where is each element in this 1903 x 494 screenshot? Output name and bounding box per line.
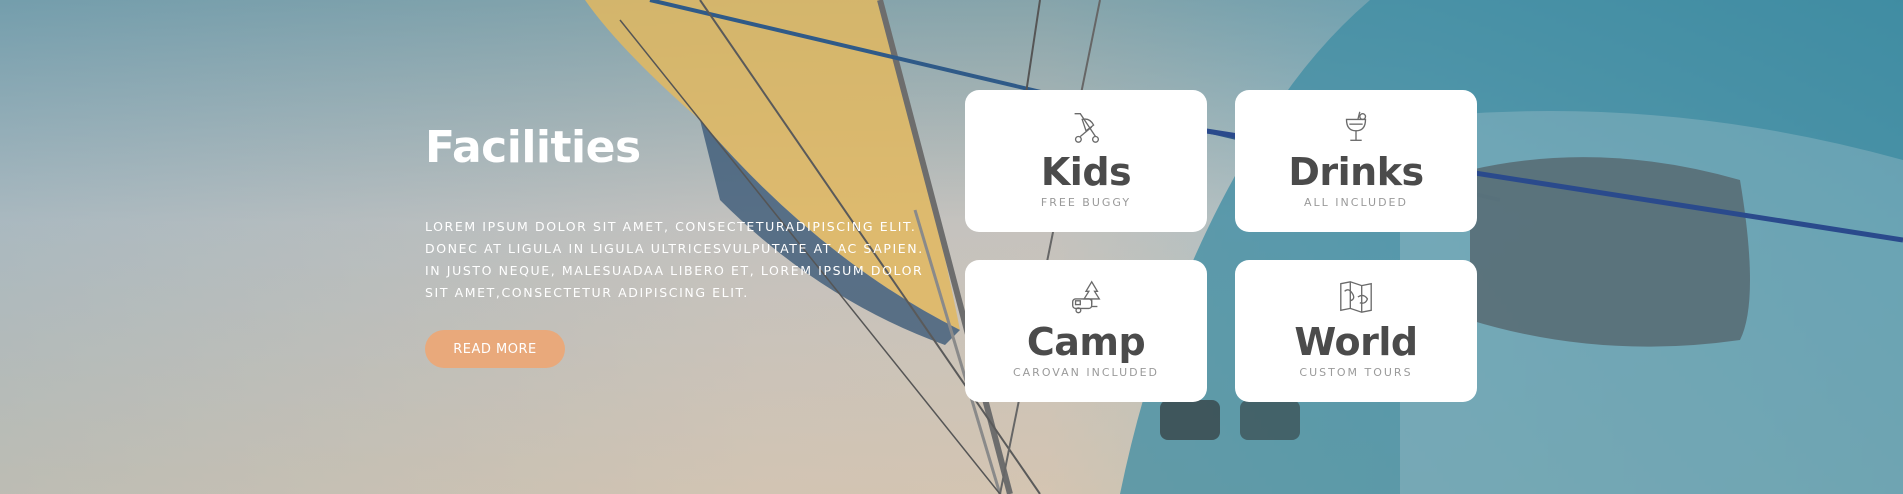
read-more-button[interactable]: READ MORE <box>425 330 565 368</box>
card-label: World <box>1294 320 1418 364</box>
facility-card-drinks[interactable]: Drinks ALL INCLUDED <box>1235 90 1477 232</box>
cocktail-icon <box>1336 108 1376 146</box>
facilities-intro: Facilities Lorem ipsum dolor sit amet, c… <box>425 118 925 304</box>
stroller-icon <box>1066 108 1106 146</box>
card-subtitle: ALL INCLUDED <box>1304 196 1408 209</box>
card-subtitle: CUSTOM TOURS <box>1299 366 1413 379</box>
card-subtitle: CAROVAN INCLUDED <box>1012 366 1160 379</box>
facility-card-kids[interactable]: Kids FREE BUGGY <box>965 90 1207 232</box>
hero-section <box>0 0 1903 494</box>
facility-card-world[interactable]: World CUSTOM TOURS <box>1235 260 1477 402</box>
card-label: Kids <box>1040 150 1132 194</box>
card-label: Camp <box>1026 320 1146 364</box>
card-label: Drinks <box>1288 150 1424 194</box>
section-description: Lorem ipsum dolor sit amet, consectetura… <box>425 219 924 300</box>
section-title: Facilities <box>425 122 641 173</box>
world-map-icon <box>1336 278 1376 316</box>
facility-card-camp[interactable]: Camp CAROVAN INCLUDED <box>965 260 1207 402</box>
card-subtitle: FREE BUGGY <box>1040 196 1132 209</box>
sailboat-background-image <box>585 0 1903 494</box>
caravan-trees-icon <box>1066 278 1106 316</box>
